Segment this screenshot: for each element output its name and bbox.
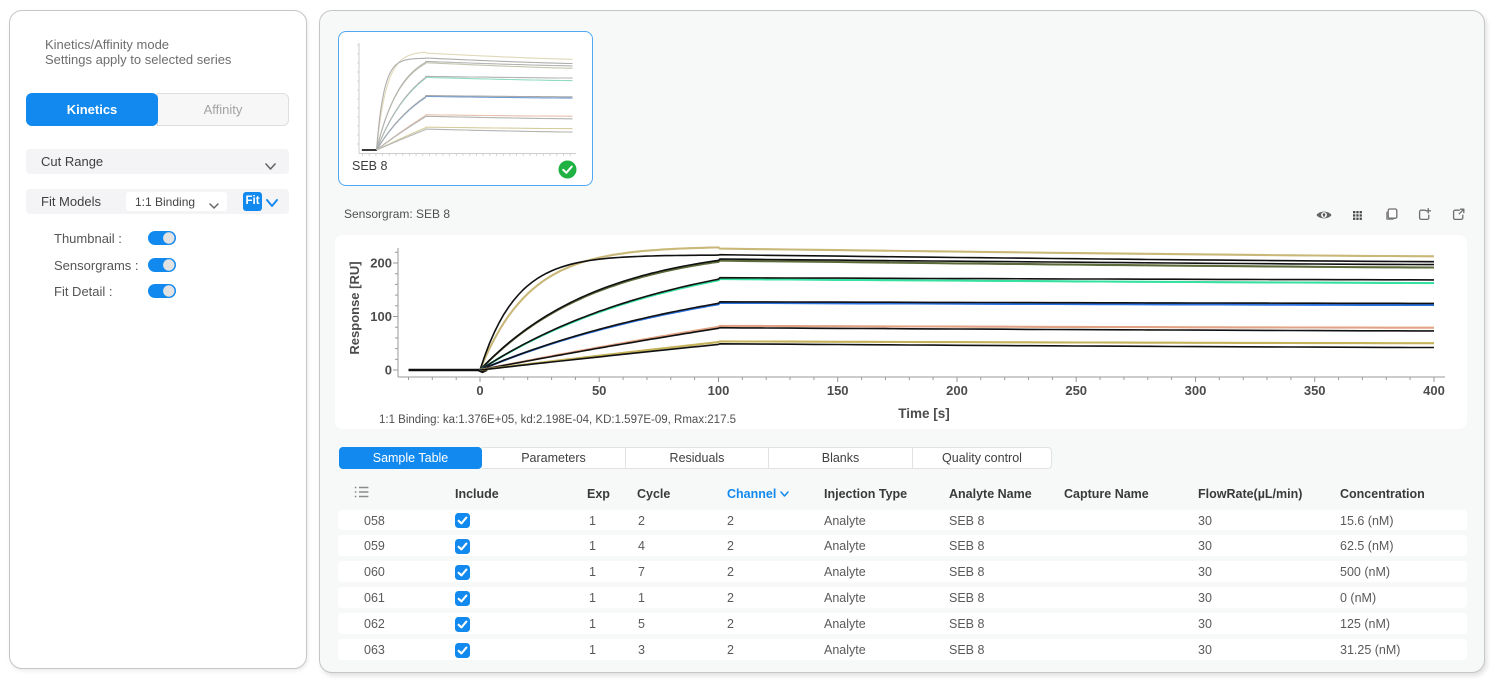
svg-text:Time [s]: Time [s]	[898, 406, 950, 421]
svg-text:Response [RU]: Response [RU]	[347, 261, 362, 354]
svg-text:300: 300	[1185, 383, 1207, 398]
svg-text:200: 200	[946, 383, 968, 398]
svg-text:350: 350	[1304, 383, 1326, 398]
svg-text:150: 150	[827, 383, 849, 398]
svg-text:0: 0	[476, 383, 483, 398]
svg-text:200: 200	[370, 256, 392, 271]
svg-text:400: 400	[1423, 383, 1445, 398]
svg-text:100: 100	[370, 309, 392, 324]
svg-text:0: 0	[385, 363, 392, 378]
svg-text:250: 250	[1065, 383, 1087, 398]
svg-text:50: 50	[592, 383, 606, 398]
svg-text:100: 100	[708, 383, 730, 398]
